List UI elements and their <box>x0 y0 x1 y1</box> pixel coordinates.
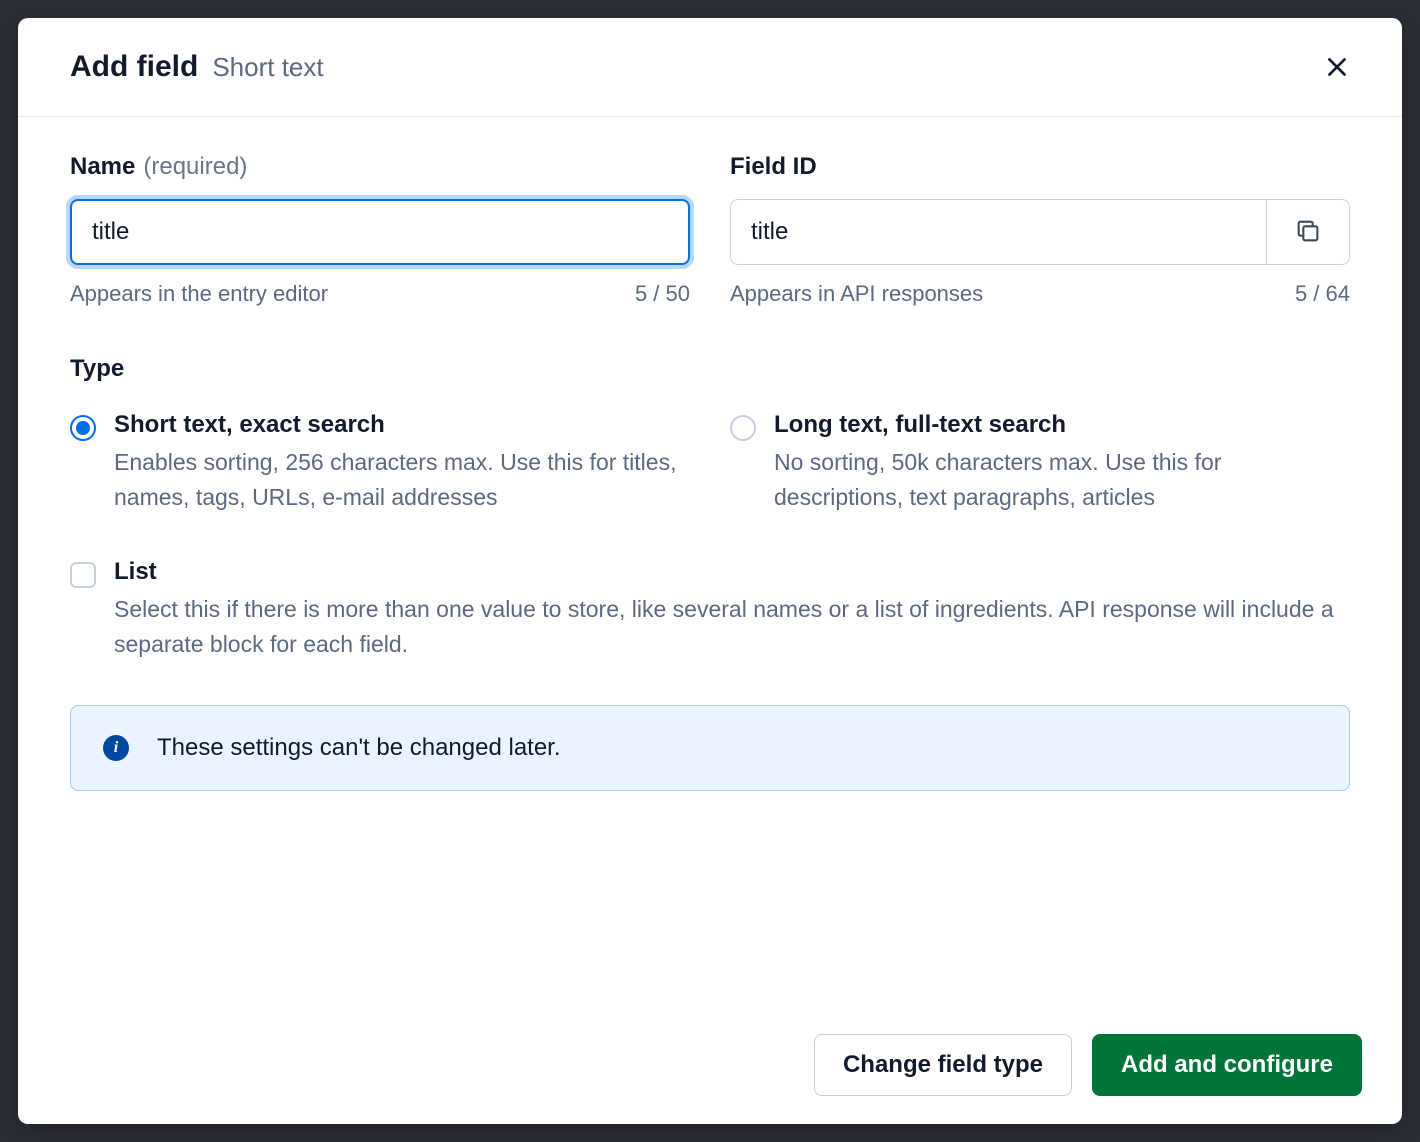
add-field-modal: Add field Short text Name (required) <box>18 18 1402 1124</box>
settings-warning-notice: i These settings can't be changed later. <box>70 705 1350 791</box>
modal-title: Add field <box>70 50 198 84</box>
add-and-configure-button[interactable]: Add and configure <box>1092 1034 1362 1096</box>
info-icon: i <box>103 735 129 761</box>
list-checkbox[interactable] <box>70 562 96 588</box>
list-title: List <box>114 558 1350 586</box>
radio-long-text[interactable] <box>730 415 756 441</box>
close-button[interactable] <box>1316 46 1358 88</box>
type-options: Short text, exact search Enables sorting… <box>70 411 1350 514</box>
name-char-counter: 5 / 50 <box>635 281 690 307</box>
type-section-label: Type <box>70 355 1350 383</box>
change-field-type-button[interactable]: Change field type <box>814 1034 1072 1096</box>
modal-header: Add field Short text <box>18 18 1402 117</box>
radio-short-text[interactable] <box>70 415 96 441</box>
list-option[interactable]: List Select this if there is more than o… <box>70 558 1350 661</box>
modal-subtitle: Short text <box>212 52 323 83</box>
close-icon <box>1324 68 1350 83</box>
name-label: Name <box>70 153 135 181</box>
type-short-desc: Enables sorting, 256 characters max. Use… <box>114 445 690 514</box>
type-option-long[interactable]: Long text, full-text search No sorting, … <box>730 411 1350 514</box>
name-field-group: Name (required) Appears in the entry edi… <box>70 153 690 307</box>
copy-icon <box>1294 217 1322 248</box>
modal-footer: Change field type Add and configure <box>18 1002 1402 1124</box>
field-id-group: Field ID <box>730 153 1350 307</box>
type-long-desc: No sorting, 50k characters max. Use this… <box>774 445 1350 514</box>
name-input[interactable] <box>70 199 690 265</box>
notice-text: These settings can't be changed later. <box>157 734 561 762</box>
modal-title-group: Add field Short text <box>70 50 324 84</box>
field-id-label: Field ID <box>730 153 817 181</box>
type-long-title: Long text, full-text search <box>774 411 1350 439</box>
field-id-input[interactable] <box>730 199 1266 265</box>
copy-field-id-button[interactable] <box>1266 199 1350 265</box>
field-id-help-text: Appears in API responses <box>730 281 983 307</box>
type-short-title: Short text, exact search <box>114 411 690 439</box>
list-desc: Select this if there is more than one va… <box>114 592 1350 661</box>
modal-backdrop: Add field Short text Name (required) <box>0 0 1420 1142</box>
field-id-char-counter: 5 / 64 <box>1295 281 1350 307</box>
name-required-hint: (required) <box>143 153 247 181</box>
type-option-short[interactable]: Short text, exact search Enables sorting… <box>70 411 690 514</box>
modal-body: Name (required) Appears in the entry edi… <box>18 117 1402 1002</box>
name-help-text: Appears in the entry editor <box>70 281 328 307</box>
